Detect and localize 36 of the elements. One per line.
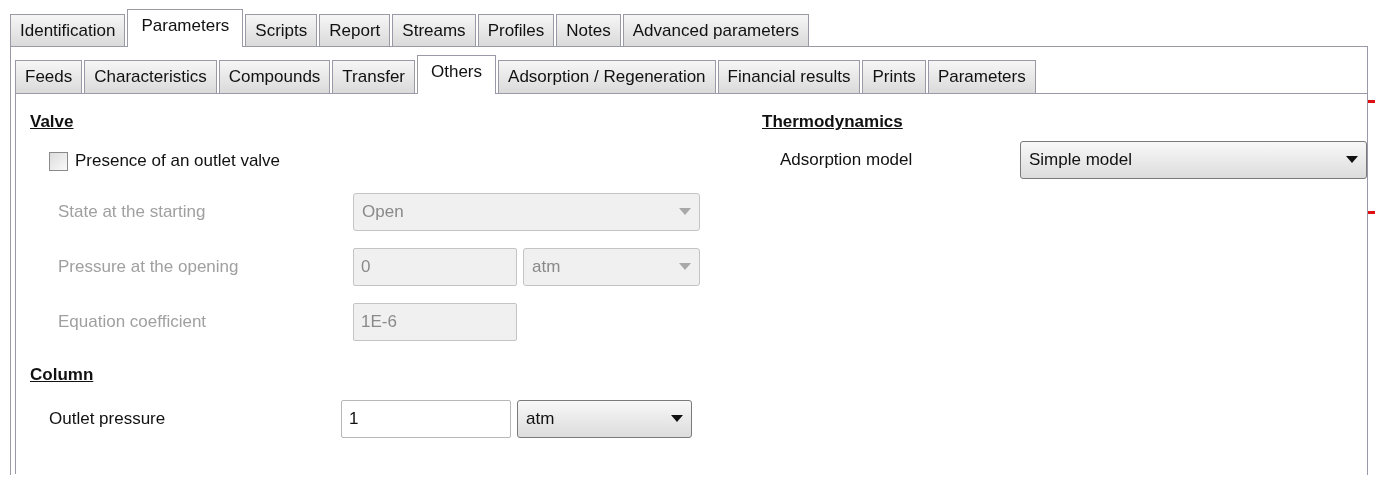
tab[interactable]: Report [319,14,391,46]
section-title: Column [30,365,94,384]
field-label: Adsorption model [780,149,914,170]
tab[interactable]: Streams [392,14,476,46]
tab[interactable]: Transfer [332,60,415,93]
field-label: State at the starting [58,201,207,222]
tab[interactable]: Adsorption / Regeneration [498,60,716,93]
edge-marker [1368,211,1375,214]
tab[interactable]: Financial results [717,60,861,93]
caret-icon [1346,156,1358,163]
tab[interactable]: Others [417,55,497,94]
dropdown[interactable]: Simple model [1020,140,1367,179]
tab[interactable]: Parameters [927,60,1036,93]
input-field[interactable]: 1 [341,399,511,438]
caret-icon [679,208,691,215]
tab[interactable]: Characteristics [84,60,217,93]
tab[interactable]: Scripts [245,14,318,46]
tab[interactable]: Advanced parameters [622,14,810,46]
caret-icon [679,263,691,270]
field-label: Pressure at the opening [58,256,240,277]
checkbox-label: Presence of an outlet valve [75,151,281,171]
tab[interactable]: Profiles [477,14,555,46]
field-label: Equation coefficient [58,311,208,332]
field-label: Outlet pressure [49,408,167,429]
section-title: Thermodynamics [762,112,903,131]
tab[interactable]: Identification [10,14,126,46]
edge-marker [1368,100,1375,103]
section-title: Valve [30,112,74,131]
tab[interactable]: Feeds [15,60,83,93]
caret-icon [671,415,683,422]
tab[interactable]: Compounds [218,60,331,93]
checkbox[interactable] [49,151,68,171]
tab[interactable]: Parameters [127,9,244,47]
unit-dropdown[interactable]: atm [517,399,692,438]
tab[interactable]: Prints [862,60,926,93]
tab[interactable]: Notes [556,14,621,46]
